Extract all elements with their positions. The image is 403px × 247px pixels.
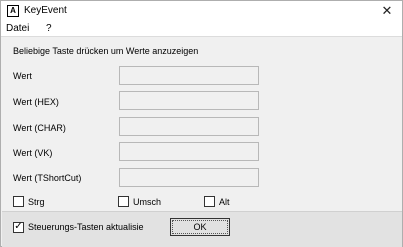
ok-button[interactable]: OK [170,218,230,236]
strg-checkbox[interactable] [13,196,24,207]
menu-help[interactable]: ? [46,22,52,35]
steuerungs-tasten-checkbox[interactable]: ✓ [13,221,24,233]
steuerungs-tasten-label: Steuerungs-Tasten aktualisie [28,222,144,232]
wert-tshortcut-label: Wert (TShortCut) [13,173,82,183]
wert-char-field[interactable] [119,117,259,136]
window-title: KeyEvent [24,5,67,16]
app-icon: A [7,5,19,17]
title-bar[interactable]: A KeyEvent ✕ [1,1,402,21]
umsch-checkbox[interactable] [118,196,129,207]
umsch-label: Umsch [133,197,162,207]
wert-vk-field[interactable] [119,142,259,161]
close-icon: ✕ [381,3,393,18]
wert-char-label: Wert (CHAR) [13,123,66,133]
wert-hex-field[interactable] [119,91,259,110]
menu-bar: Datei ? [1,21,402,37]
alt-checkbox[interactable] [204,196,215,207]
checkmark-icon: ✓ [14,221,23,232]
instruction-label: Beliebige Taste drücken um Werte anzuzei… [13,46,199,56]
wert-field[interactable] [119,66,259,85]
wert-tshortcut-field[interactable] [119,168,259,187]
wert-vk-label: Wert (VK) [13,148,53,158]
wert-hex-label: Wert (HEX) [13,97,59,107]
menu-datei[interactable]: Datei [6,22,29,35]
alt-label: Alt [219,197,230,207]
wert-label: Wert [13,71,32,81]
strg-label: Strg [28,197,45,207]
keyevent-window: A KeyEvent ✕ Datei ? Beliebige Taste drü… [0,0,403,247]
close-button[interactable]: ✕ [372,1,402,21]
